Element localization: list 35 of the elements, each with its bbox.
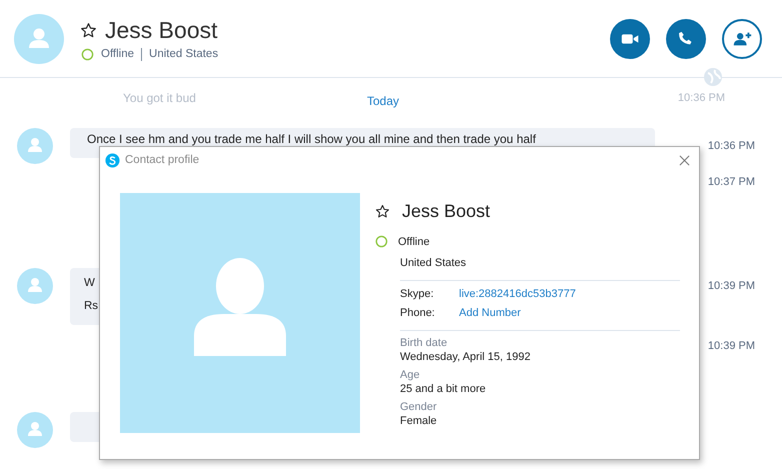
date-divider: Today xyxy=(367,94,400,108)
message-text: Once I see hm and you trade me half I will show you all mine and then trade you half xyxy=(87,132,537,146)
message-text: You got it bud xyxy=(123,91,196,105)
message-time: 10:39 PM xyxy=(708,280,755,292)
field-link[interactable]: Add Number xyxy=(459,307,521,319)
detail-value: Wednesday, April 15, 1992 xyxy=(400,351,532,363)
message-time: 10:36 PM xyxy=(708,140,755,152)
contact-name: Jess Boost xyxy=(402,201,490,222)
message-text: Rs xyxy=(84,300,100,312)
message-time: 10:39 PM xyxy=(708,340,755,352)
skype-icon xyxy=(105,152,120,168)
video-call-button[interactable] xyxy=(610,18,650,58)
detail-label: Age xyxy=(400,369,421,381)
detail-value: Female xyxy=(400,415,438,427)
star-icon[interactable] xyxy=(80,22,97,38)
detail-label: Birth date xyxy=(400,337,448,349)
contact-name: Jess Boost xyxy=(105,16,218,44)
field-label: Skype: xyxy=(400,288,435,300)
detail-value: 25 and a bit more xyxy=(400,383,487,395)
message-time: 10:37 PM xyxy=(708,176,755,188)
dialog-title: Contact profile xyxy=(125,154,200,166)
detail-label: Gender xyxy=(400,401,438,413)
star-icon[interactable] xyxy=(375,204,390,219)
message-time: 10:36 PM xyxy=(678,92,725,104)
close-icon[interactable] xyxy=(679,154,690,166)
field-link[interactable]: live:2882416dc53b3777 xyxy=(459,288,576,300)
field-label: Phone: xyxy=(400,307,436,319)
message-text: W xyxy=(84,277,96,289)
add-contact-button[interactable] xyxy=(722,18,762,58)
location-text: United States xyxy=(400,257,468,269)
location-text: United States xyxy=(149,48,218,60)
status-text: Offline xyxy=(101,48,134,60)
call-button[interactable] xyxy=(666,18,706,58)
status-text: Offline xyxy=(398,236,430,248)
avatar-icon xyxy=(14,14,64,64)
